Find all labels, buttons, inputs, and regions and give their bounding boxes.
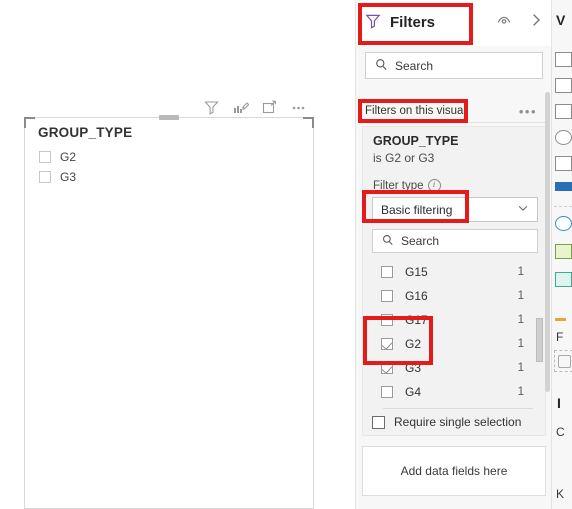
filters-pane-header: Filters: [356, 0, 552, 46]
visualizations-pane-title: V: [556, 12, 566, 28]
visualizations-fields-label: F: [556, 330, 564, 344]
filter-value-count: 1: [517, 266, 524, 278]
filters-title-group: Filters: [365, 8, 435, 36]
filter-value-checkbox[interactable]: [381, 338, 393, 350]
filter-value-checkbox[interactable]: [381, 314, 393, 326]
filter-values-search[interactable]: Search: [372, 229, 538, 253]
filter-value-row[interactable]: G3 1: [372, 356, 546, 380]
filter-value-count: 1: [517, 290, 524, 302]
filter-card-group-type[interactable]: GROUP_TYPE is G2 or G3 Filter type i Bas…: [362, 126, 546, 436]
filter-value-label: G3: [405, 361, 422, 375]
filter-type-label-text: Filter type: [373, 179, 424, 192]
add-data-fields-label: Add data fields here: [400, 464, 508, 478]
search-icon: [382, 234, 394, 249]
focus-mode-icon[interactable]: [261, 99, 278, 116]
filter-value-count: 1: [517, 386, 524, 398]
filter-value-checkbox[interactable]: [381, 362, 393, 374]
selection-handle-top-left[interactable]: [24, 117, 35, 128]
filter-type-dropdown[interactable]: Basic filtering: [372, 197, 538, 222]
filter-value-label: G16: [405, 289, 428, 303]
slicer-visual[interactable]: GROUP_TYPE G2 G3: [24, 115, 314, 509]
filter-type-label-group: Filter type i: [373, 179, 441, 192]
info-icon[interactable]: i: [427, 179, 441, 192]
filters-pane-header-actions: [496, 12, 544, 28]
filters-pane-title: Filters: [390, 13, 436, 31]
filters-pane-scrollbar-thumb[interactable]: [545, 92, 550, 392]
field-well-dropzone[interactable]: [554, 350, 572, 372]
filter-value-checkbox[interactable]: [381, 290, 393, 302]
stacked-bar-chart-icon[interactable]: [555, 52, 572, 67]
filters-pane-search[interactable]: Search: [365, 52, 543, 79]
filter-values-divider: [383, 408, 533, 409]
section-divider: [362, 122, 546, 123]
require-single-selection-label: Require single selection: [394, 415, 522, 429]
filter-value-row[interactable]: G2 1: [372, 332, 546, 356]
slicer-item-g3[interactable]: G3: [39, 170, 76, 184]
chevron-down-icon: [517, 202, 529, 217]
viz-divider: [554, 206, 572, 207]
filter-value-label: G4: [405, 385, 422, 399]
filter-card-condition: is G2 or G3: [373, 151, 435, 165]
filter-icon[interactable]: [203, 99, 220, 116]
section-more-options-icon[interactable]: •••: [519, 104, 537, 119]
filter-value-label: G15: [405, 265, 428, 279]
fields-accent-bar: [555, 318, 566, 321]
viz-section-subtext: C: [556, 425, 565, 439]
filter-value-checkbox[interactable]: [381, 386, 393, 398]
filter-value-row[interactable]: G15 1: [372, 260, 546, 284]
filter-value-row[interactable]: G16 1: [372, 284, 546, 308]
visual-header-toolbar: [203, 96, 315, 118]
filter-value-count: 1: [517, 362, 524, 374]
search-placeholder: Search: [401, 234, 440, 248]
field-well-icon: [558, 355, 571, 368]
pie-chart-icon[interactable]: [555, 130, 572, 145]
require-single-selection-row[interactable]: Require single selection: [372, 415, 521, 429]
filter-value-label: G2: [405, 337, 422, 351]
filter-value-label: G17: [405, 313, 428, 327]
card-icon[interactable]: [555, 182, 572, 191]
number-card-icon[interactable]: [555, 244, 572, 259]
funnel-icon: [365, 13, 381, 32]
selection-handle-top-right[interactable]: [303, 117, 314, 128]
slicer-item-label: G3: [60, 170, 77, 184]
slicer-item-g2[interactable]: G2: [39, 150, 76, 164]
hide-filters-eye-icon[interactable]: [496, 12, 512, 28]
filter-type-value: Basic filtering: [381, 202, 453, 217]
viz-section-footer-text: K: [556, 487, 565, 501]
viz-section-heading: I: [557, 395, 561, 411]
more-options-icon[interactable]: [290, 99, 307, 116]
require-single-selection-checkbox[interactable]: [372, 415, 385, 429]
filters-pane: Filters Search Filters on this visual ••…: [355, 0, 552, 509]
filter-values-list[interactable]: G15 1 G16 1 G17 1 G2 1 G3 1 G4 1: [372, 260, 546, 404]
drill-mode-icon[interactable]: [232, 99, 249, 116]
filter-value-count: 1: [517, 314, 524, 326]
filters-on-this-visual-label: Filters on this visual: [365, 105, 466, 117]
filter-value-row[interactable]: G17 1: [372, 308, 546, 332]
kpi-circle-icon[interactable]: [555, 216, 572, 231]
filter-value-checkbox[interactable]: [381, 266, 393, 278]
filter-value-row[interactable]: G4 1: [372, 380, 546, 404]
custom-visual-icon[interactable]: [555, 272, 572, 287]
filter-value-count: 1: [517, 338, 524, 350]
slicer-checkbox[interactable]: [39, 151, 51, 163]
visualizations-pane: V F I C K: [551, 0, 572, 509]
selection-handle-top-center[interactable]: [159, 115, 179, 120]
filter-card-field-name: GROUP_TYPE: [373, 134, 459, 148]
table-icon[interactable]: [555, 156, 572, 171]
line-chart-icon[interactable]: [555, 78, 572, 93]
report-canvas: GROUP_TYPE G2 G3: [0, 0, 348, 509]
collapse-pane-chevron-icon[interactable]: [528, 12, 544, 28]
search-placeholder: Search: [395, 58, 434, 73]
column-chart-icon[interactable]: [555, 104, 572, 119]
slicer-checkbox[interactable]: [39, 171, 51, 183]
search-icon: [375, 58, 388, 74]
add-data-fields-dropzone[interactable]: Add data fields here: [362, 446, 546, 496]
slicer-title: GROUP_TYPE: [38, 125, 133, 140]
slicer-item-label: G2: [60, 150, 77, 164]
